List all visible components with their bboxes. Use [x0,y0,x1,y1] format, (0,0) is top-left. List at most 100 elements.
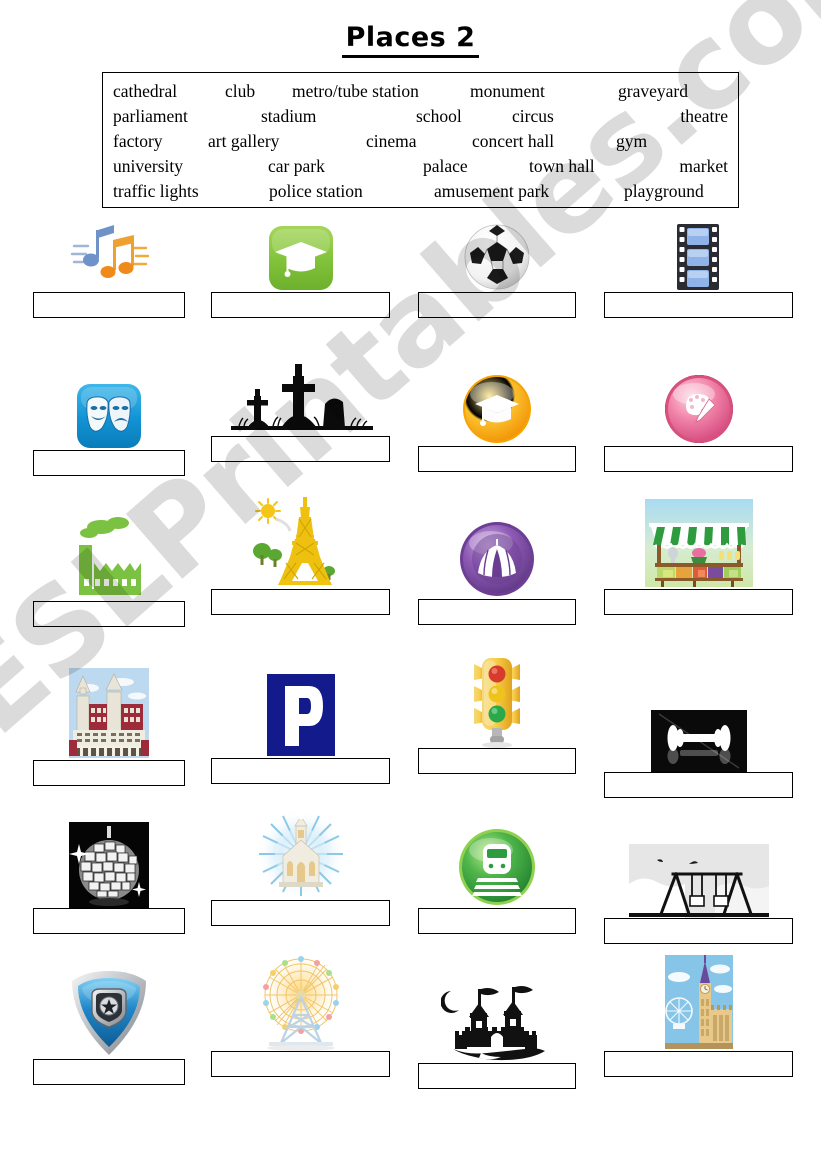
answer-box[interactable] [33,292,185,318]
exercise-cell [211,951,390,1077]
exercise-cell [604,804,793,944]
market-stall-icon [644,499,753,587]
police-shield-icon [72,971,146,1055]
exercise-row [0,804,821,951]
picture [211,222,390,292]
art-palette-pink-badge-icon [664,375,733,443]
word-bank-item: art gallery [208,131,280,151]
word-bank-item: university [113,156,183,176]
answer-box[interactable] [33,908,185,934]
answer-box[interactable] [418,908,576,934]
answer-box[interactable] [211,292,390,318]
circus-tent-purple-badge-icon [460,522,534,596]
answer-box[interactable] [211,436,390,462]
ferris-wheel-icon [262,956,339,1051]
picture [418,648,576,748]
picture [604,352,793,446]
word-bank: cathedral club metro/tube station monume… [102,72,739,208]
exercise-cell [418,222,576,318]
picture [418,222,576,292]
answer-box[interactable] [418,1063,576,1089]
picture [418,951,576,1063]
word-bank-item: police station [269,181,363,201]
picture [604,222,793,292]
castle-icon [441,986,545,1061]
word-bank-item: amusement park [434,181,550,201]
word-bank-item: concert hall [472,131,555,151]
word-bank-item: car park [268,156,325,176]
answer-box[interactable] [604,589,793,615]
page-title-container: Places 2 [0,22,821,59]
exercise-cell [33,493,185,627]
picture [211,804,390,900]
exercise-row [0,951,821,1101]
answer-box[interactable] [604,446,793,472]
answer-box[interactable] [33,601,185,627]
word-bank-item: market [679,156,728,176]
film-strip-icon [676,224,719,290]
picture [604,804,793,918]
answer-box[interactable] [418,748,576,774]
word-bank-item: monument [470,81,545,101]
dumbbell-icon [650,710,747,772]
graveyard-icon [230,364,373,430]
answer-box[interactable] [604,772,793,798]
picture [33,352,185,450]
exercise-cell [211,352,390,462]
picture [604,951,793,1051]
answer-box[interactable] [604,918,793,944]
church-icon [255,809,346,899]
answer-box[interactable] [418,599,576,625]
word-bank-item: stadium [261,106,317,126]
word-bank-row: factory art gallery cinema concert hall … [113,129,728,154]
answer-box[interactable] [33,1059,185,1085]
exercise-cell [418,493,576,625]
exercise-cell [418,951,576,1089]
answer-box[interactable] [33,450,185,476]
exercise-row [0,222,821,352]
answer-box[interactable] [604,292,793,318]
word-bank-row: university car park palace town hall mar… [113,154,728,179]
exercise-cell [33,352,185,476]
exercise-cell [418,648,576,774]
disco-ball-icon [69,822,149,908]
answer-box[interactable] [211,589,390,615]
answer-box[interactable] [418,292,576,318]
word-bank-item: graveyard [618,81,688,101]
exercise-cell [211,493,390,615]
word-bank-item: circus [512,106,554,126]
word-bank-item: traffic lights [113,181,199,201]
page-title: Places 2 [341,22,480,59]
answer-box[interactable] [33,760,185,786]
exercise-row [0,352,821,493]
exercise-cell [33,804,185,934]
word-bank-item: school [416,106,462,126]
picture [604,493,793,589]
exercise-cell [604,493,793,615]
answer-box[interactable] [604,1051,793,1077]
word-bank-item: factory [113,131,163,151]
big-ben-icon [664,955,733,1049]
picture [211,352,390,436]
picture [33,648,185,760]
theatre-masks-icon [77,384,141,448]
picture [33,493,185,601]
exercise-grid [0,222,821,1101]
answer-box[interactable] [418,446,576,472]
exercise-cell [211,648,390,784]
exercise-row [0,648,821,804]
answer-box[interactable] [211,758,390,784]
picture [33,951,185,1059]
town-hall-building-icon [69,668,149,758]
word-bank-item: palace [423,156,468,176]
answer-box[interactable] [211,900,390,926]
exercise-row [0,493,821,648]
picture [211,493,390,589]
picture [418,804,576,908]
word-bank-row: parliament stadium school circus theatre [113,104,728,129]
exercise-cell [604,951,793,1077]
exercise-cell [211,804,390,926]
answer-box[interactable] [211,1051,390,1077]
train-green-badge-icon [459,829,535,905]
worksheet-page: Places 2 cathedral club metro/tube stati… [0,0,821,1169]
